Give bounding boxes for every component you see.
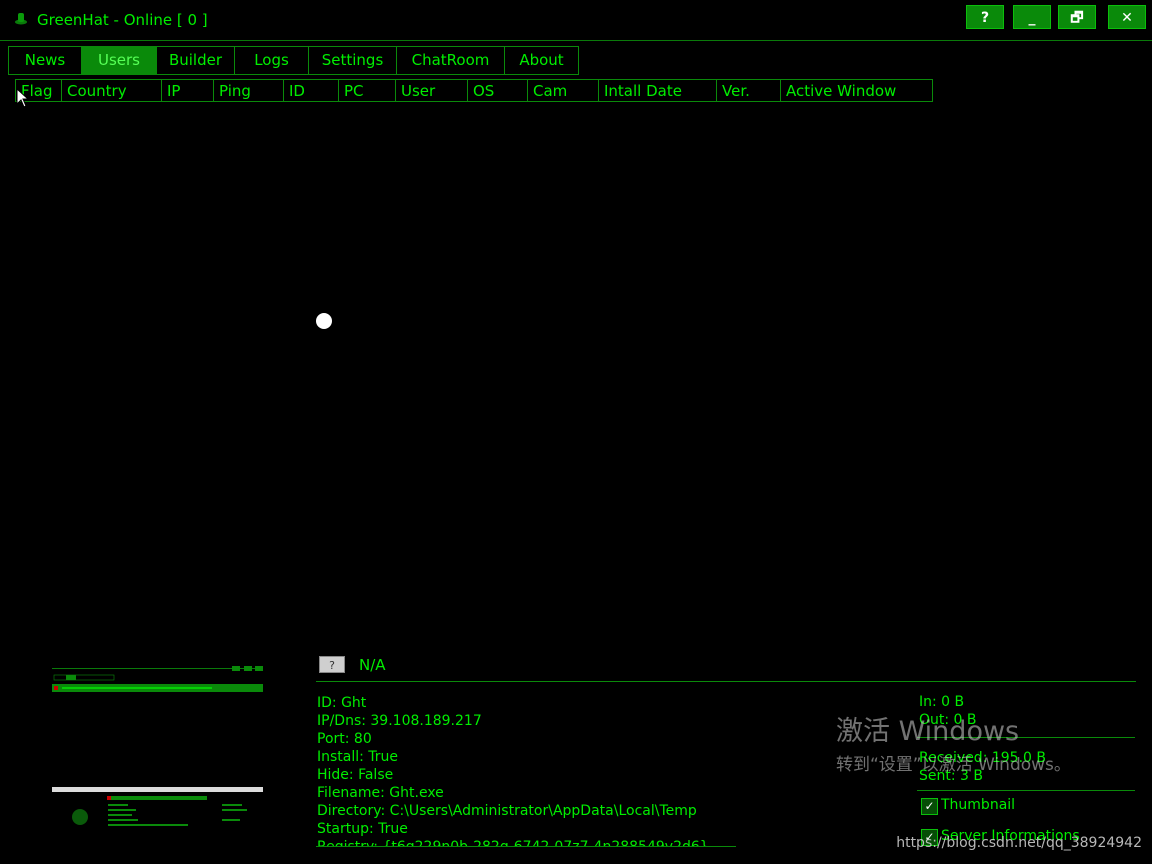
tab-users[interactable]: Users [81,46,157,75]
tab-logs[interactable]: Logs [234,46,309,75]
pointer-dot [316,313,332,329]
thumbnail-label: Thumbnail [941,797,1016,813]
column-user[interactable]: User [395,79,468,102]
tab-about[interactable]: About [504,46,579,75]
thumbnail-checkbox[interactable]: ✓ [921,798,938,815]
info-header: ? N/A [316,654,1136,682]
column-active-window[interactable]: Active Window [780,79,933,102]
main-tabs: News Users Builder Logs Settings ChatRoo… [8,46,579,75]
column-id[interactable]: ID [283,79,339,102]
title-bar: GreenHat - Online [ 0 ] ? _ 🗗 ✕ [0,0,1152,41]
column-ping[interactable]: Ping [213,79,284,102]
tab-news[interactable]: News [8,46,82,75]
info-filename: Filename: Ght.exe [317,785,444,801]
hat-icon [15,13,27,25]
column-cam[interactable]: Cam [527,79,599,102]
tab-chatroom[interactable]: ChatRoom [396,46,505,75]
restore-button[interactable]: 🗗 [1058,5,1096,29]
column-country[interactable]: Country [61,79,162,102]
column-ip[interactable]: IP [161,79,214,102]
server-info-panel: ID: Ght IP/Dns: 39.108.189.217 Port: 80 … [317,694,837,846]
minimize-button[interactable]: _ [1013,5,1051,29]
info-directory: Directory: C:\Users\Administrator\AppDat… [317,803,697,819]
close-button[interactable]: ✕ [1108,5,1146,29]
mouse-cursor-icon [16,88,30,108]
column-install-date[interactable]: Intall Date [598,79,717,102]
desktop-thumbnail[interactable] [52,787,263,837]
info-port: Port: 80 [317,731,372,747]
info-divider [316,846,736,847]
info-id: ID: Ght [317,695,367,711]
column-version[interactable]: Ver. [716,79,781,102]
info-startup: Startup: True [317,821,408,837]
url-watermark: https://blog.csdn.net/qq_38924942 [896,835,1142,851]
stat-in: In: 0 B [919,694,965,710]
tab-builder[interactable]: Builder [156,46,235,75]
info-registry: Registry: {t6g229n0b-282g-6742-07z7-4n28… [317,838,837,846]
info-hide: Hide: False [317,767,394,783]
users-table-header: Flag Country IP Ping ID PC User OS Cam I… [15,79,933,103]
info-ip: IP/Dns: 39.108.189.217 [317,713,482,729]
info-install: Install: True [317,749,399,765]
window-title: GreenHat - Online [ 0 ] [37,11,208,29]
unknown-flag-icon: ? [319,656,345,673]
column-pc[interactable]: PC [338,79,396,102]
screen-thumbnail[interactable] [52,665,263,695]
tab-settings[interactable]: Settings [308,46,397,75]
watermark-line2: 转到“设置”以激活 Windows。 [836,755,1071,775]
watermark-line1: 激活 Windows [836,716,1020,747]
activation-watermark: 激活 Windows 转到“设置”以激活 Windows。 [836,709,1071,775]
column-os[interactable]: OS [467,79,528,102]
help-button[interactable]: ? [966,5,1004,29]
stats-divider-2 [917,790,1135,791]
info-status: N/A [359,656,386,674]
